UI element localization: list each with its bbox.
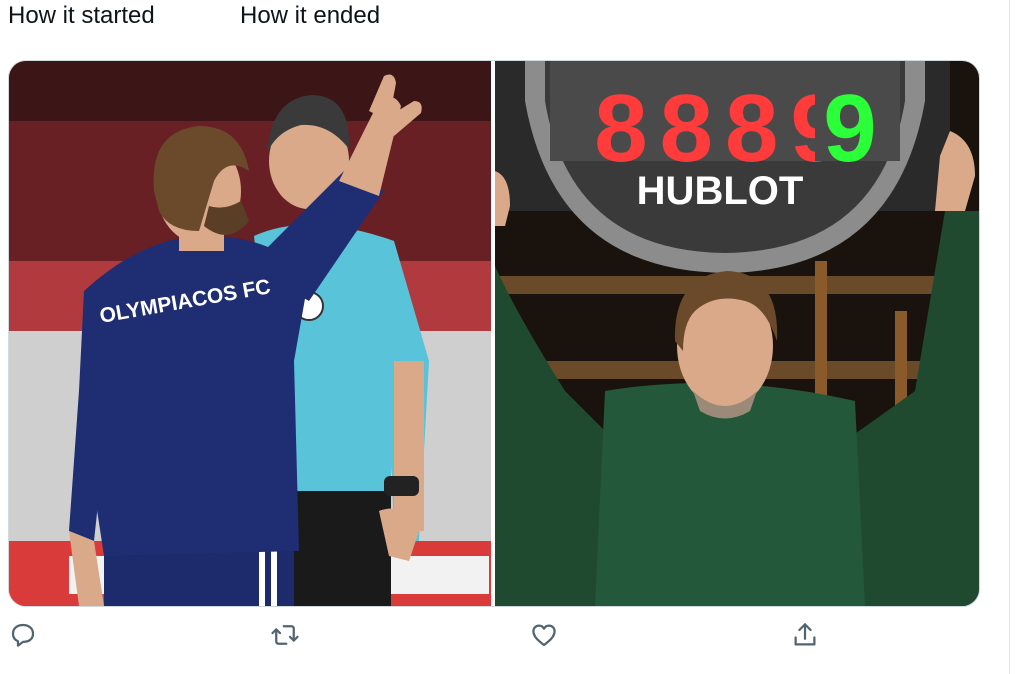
scrollbar[interactable] [1009,0,1024,674]
photo-left-illustration: OLYMPIACOS FC [9,61,491,606]
share-icon [794,623,816,646]
reply-icon [11,623,35,647]
tweet-action-bar [0,618,1010,674]
like-button[interactable] [527,618,561,652]
heart-icon [532,624,556,647]
share-button[interactable] [788,618,822,652]
tweet-media-grid[interactable]: OLYMPIACOS FC 8889 9 HUBLOT [8,60,980,607]
photo-how-it-ended[interactable]: 8889 9 HUBLOT [495,61,979,606]
image-captions: How it started How it ended [0,0,1010,40]
reply-button[interactable] [6,618,40,652]
photo-right-illustration: 8889 9 HUBLOT [495,61,979,606]
retweet-icon [271,625,299,645]
retweet-button[interactable] [268,618,302,652]
caption-left: How it started [8,2,155,29]
svg-text:9: 9 [823,75,876,182]
photo-how-it-started[interactable]: OLYMPIACOS FC [9,61,491,606]
caption-right: How it ended [240,2,381,29]
board-brand: HUBLOT [637,169,804,213]
